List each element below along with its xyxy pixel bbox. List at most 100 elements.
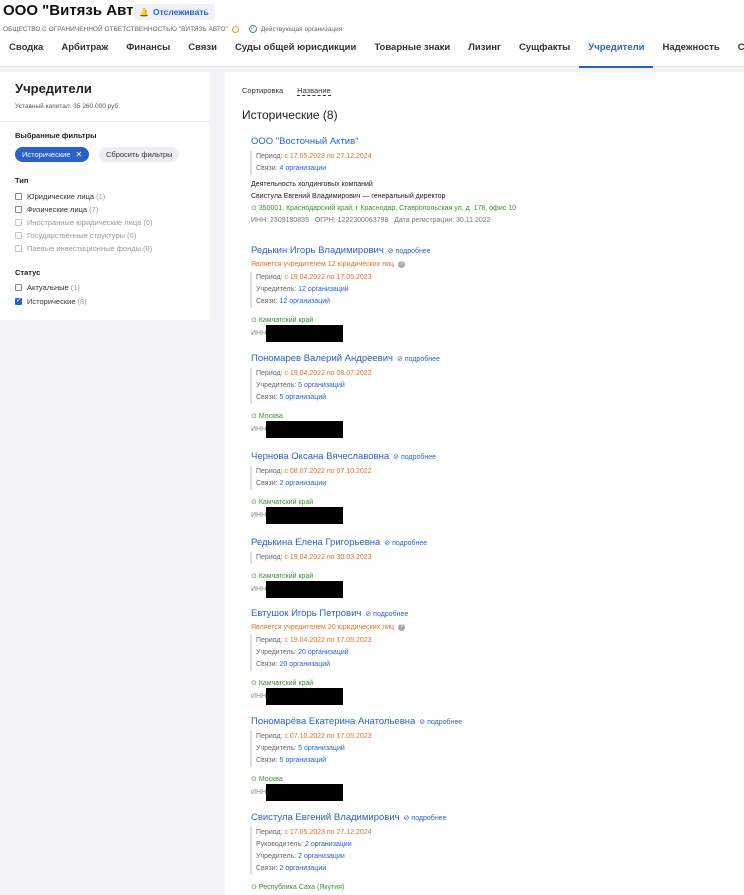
link-icon: ⊘ <box>387 247 394 255</box>
tab-facts[interactable]: Сущфакты <box>510 41 579 67</box>
links-link[interactable]: 2 организации <box>280 480 327 487</box>
filter-historical[interactable]: Исторические(8) <box>15 296 87 306</box>
follow-button[interactable]: 🔔 Отслеживать <box>134 4 215 20</box>
founder-name-link[interactable]: Чернова Оксана Вячеславовна <box>251 451 389 462</box>
details-link[interactable]: ⊘ подробнее <box>397 355 440 363</box>
founder-link[interactable]: 12 организаций <box>298 286 349 293</box>
warning-icon[interactable] <box>231 25 239 33</box>
founder-name-link[interactable]: Редькина Елена Григорьевна <box>251 537 380 548</box>
founder-name-link[interactable]: Пономарев Валерий Андреевич <box>251 353 393 364</box>
checkbox[interactable] <box>15 193 22 200</box>
filter-legal-entities[interactable]: Юридические лица (1) <box>15 192 105 201</box>
links-link[interactable]: 5 организаций <box>280 757 327 764</box>
tab-sanctions[interactable]: Санкции <box>729 41 744 67</box>
founder-name-link[interactable]: Редькин Игорь Владимирович <box>251 245 384 256</box>
links-row: Связи: 20 организаций <box>256 659 731 671</box>
sort-label: Сортировка <box>242 86 284 95</box>
tab-trademarks[interactable]: Товарные знаки <box>365 41 459 67</box>
filter-label: Физические лица <box>27 205 88 214</box>
founder-row: Учредитель: 20 организаций <box>256 647 731 659</box>
region-row: ⊙ Камчатский край <box>251 498 731 506</box>
details-link[interactable]: ⊘ подробнее <box>393 453 436 461</box>
tab-courts[interactable]: Суды общей юрисдикции <box>226 41 365 67</box>
links-link[interactable]: 4 организации <box>280 165 327 172</box>
checkbox <box>15 245 22 252</box>
details-label: подробнее <box>373 610 409 618</box>
details-label: подробнее <box>392 539 428 547</box>
close-icon[interactable]: ✕ <box>76 150 83 159</box>
links-row: Связи: 5 организаций <box>256 755 731 767</box>
redaction-block <box>266 784 344 801</box>
type-heading: Тип <box>15 176 29 185</box>
links-link[interactable]: 12 организаций <box>280 298 331 305</box>
founder-card: Евтушок Игорь Петрович ⊘ подробнее Являет… <box>250 608 731 705</box>
filter-individuals[interactable]: Физические лица (7) <box>15 205 98 214</box>
redaction-block <box>266 421 344 438</box>
period-label: Период: <box>256 153 283 160</box>
founder-link[interactable]: 20 организаций <box>298 649 349 656</box>
region-row: ⊙ Москва <box>251 412 731 420</box>
active-filter-chip[interactable]: Исторические ✕ <box>15 147 90 162</box>
founder-label: Учредитель: <box>256 853 297 860</box>
filter-count: (8) <box>77 297 87 306</box>
filter-count: (0) <box>143 218 153 227</box>
tab-founders[interactable]: Учредители <box>579 41 654 68</box>
founder-card: Пономарёва Екатерина Анатольевна ⊘ подроб… <box>250 716 731 801</box>
links-link[interactable]: 20 организаций <box>280 661 331 668</box>
links-label: Связи: <box>256 757 278 764</box>
tab-leasing[interactable]: Лизинг <box>459 41 510 67</box>
company-header: ООО "Витязь Авто" 🔔 Отслеживать ОБЩЕСТВО… <box>0 0 744 68</box>
redaction-block <box>266 581 344 598</box>
links-label: Связи: <box>256 165 278 172</box>
details-link[interactable]: ⊘ подробнее <box>384 539 427 547</box>
links-link[interactable]: 5 организаций <box>280 394 327 401</box>
links-label: Связи: <box>256 661 278 668</box>
founder-label: Учредитель: <box>256 745 297 752</box>
period-row: Период: с 19.04.2022 по 17.05.2023 <box>256 635 731 647</box>
founder-note-text: Является учредителем 12 юридических лиц <box>251 261 395 268</box>
founder-name-link[interactable]: Свистула Евгений Владимирович <box>251 812 400 823</box>
filter-count: (0) <box>142 244 153 253</box>
filter-label: Паевые инвестиционные фонды <box>27 244 141 253</box>
tab-reliability[interactable]: Надежность <box>653 41 728 67</box>
selected-filters-heading: Выбранные фильтры <box>15 131 97 140</box>
filter-current[interactable]: Актуальные (1) <box>15 283 80 292</box>
period-value: с 19.04.2022 по 08.07.2022 <box>284 370 372 377</box>
tab-finansy[interactable]: Финансы <box>117 41 179 67</box>
reset-filters-button[interactable]: Сбросить фильтры <box>99 147 180 162</box>
inn-label: ИНН <box>251 586 267 593</box>
details-label: подробнее <box>395 247 431 255</box>
founder-name-link[interactable]: Пономарёва Екатерина Анатольевна <box>251 716 415 727</box>
details-link[interactable]: ⊘ подробнее <box>404 814 447 822</box>
address-text: 350001, Краснодарский край, г Краснодар,… <box>258 205 516 212</box>
checkbox[interactable] <box>15 206 22 213</box>
founder-link[interactable]: 2 организации <box>298 853 345 860</box>
tab-arbitrazh[interactable]: Арбитраж <box>52 41 117 67</box>
tab-svyazi[interactable]: Связи <box>179 41 226 67</box>
period-label: Период: <box>256 468 283 475</box>
inn-row: ИНН <box>251 581 731 598</box>
period-row: Период: с 07.10.2022 по 17.05.2023 <box>256 731 731 743</box>
details-link[interactable]: ⊘ подробнее <box>388 247 431 255</box>
founder-note-text: Является учредителем 20 юридических лиц <box>251 624 395 631</box>
founder-link[interactable]: 5 организаций <box>298 745 345 752</box>
details-link[interactable]: ⊘ подробнее <box>419 718 462 726</box>
info-icon[interactable]: ? <box>398 261 406 268</box>
tab-svodka[interactable]: Сводка <box>0 41 52 67</box>
details-link[interactable]: ⊘ подробнее <box>365 610 408 618</box>
checkbox[interactable] <box>15 284 22 291</box>
founder-link[interactable]: 5 организаций <box>298 382 345 389</box>
head-link[interactable]: 2 организации <box>305 841 352 848</box>
info-icon[interactable]: ? <box>398 624 406 631</box>
founder-note: Является учредителем 20 юридических лиц? <box>251 624 731 631</box>
period-row: Период: с 17.05.2023 по 27.12.2024 <box>256 827 731 839</box>
link-icon: ⊘ <box>393 453 400 461</box>
sort-bar: Сортировка Название <box>242 86 331 96</box>
checkbox-checked[interactable] <box>15 296 22 305</box>
links-link[interactable]: 2 организации <box>280 865 327 872</box>
founder-name-link[interactable]: ООО "Восточный Актив" <box>251 136 731 147</box>
founder-name-link[interactable]: Евтушок Игорь Петрович <box>251 608 361 619</box>
director-text: Свистула Евгений Владимирович — генераль… <box>251 193 446 200</box>
founder-card: Свистула Евгений Владимирович ⊘ подробнее… <box>250 812 731 891</box>
sort-by-name[interactable]: Название <box>297 86 331 96</box>
